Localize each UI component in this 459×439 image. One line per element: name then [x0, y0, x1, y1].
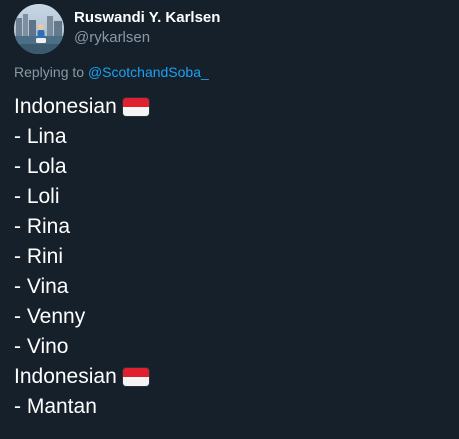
- replying-to-line: Replying to @ScotchandSoba_: [14, 63, 209, 81]
- tweet-line-text: - Venny: [14, 305, 86, 328]
- tweet-line: - Vino: [14, 332, 444, 362]
- reply-target-link[interactable]: @ScotchandSoba_: [88, 64, 209, 80]
- indonesia-flag-icon: [122, 368, 149, 386]
- tweet-line: Indonesian: [14, 362, 444, 392]
- tweet-line-text: Indonesian: [14, 365, 117, 388]
- author-display-name[interactable]: Ruswandi Y. Karlsen: [74, 9, 220, 27]
- tweet-line-text: - Lola: [14, 155, 67, 178]
- tweet-line-text: - Vino: [14, 335, 69, 358]
- indonesia-flag-icon: [122, 98, 149, 116]
- tweet-line-text: Indonesian: [14, 95, 117, 118]
- tweet-line: - Loli: [14, 182, 444, 212]
- tweet-line: - Rina: [14, 212, 444, 242]
- avatar[interactable]: [14, 4, 64, 54]
- tweet-line: - Lina: [14, 122, 444, 152]
- tweet-line-text: - Mantan: [14, 395, 97, 418]
- tweet-line: - Rini: [14, 242, 444, 272]
- tweet-line-text: - Lina: [14, 125, 67, 148]
- author-handle[interactable]: @rykarlsen: [74, 29, 150, 47]
- replying-to-label: Replying to: [14, 64, 85, 80]
- tweet-line-text: - Rina: [14, 215, 71, 238]
- profile-photo-icon: [14, 4, 64, 54]
- tweet-line-text: - Rini: [14, 245, 64, 268]
- tweet-line: - Mantan: [14, 392, 444, 422]
- tweet-line-text: - Vina: [14, 275, 69, 298]
- tweet-text: Indonesian - Lina - Lola - Loli - Rina - Rini…: [14, 92, 444, 422]
- tweet-line: - Vina: [14, 272, 444, 302]
- tweet-line: - Venny: [14, 302, 444, 332]
- tweet-line-text: - Loli: [14, 185, 60, 208]
- tweet-line: - Lola: [14, 152, 444, 182]
- tweet-line: Indonesian: [14, 92, 444, 122]
